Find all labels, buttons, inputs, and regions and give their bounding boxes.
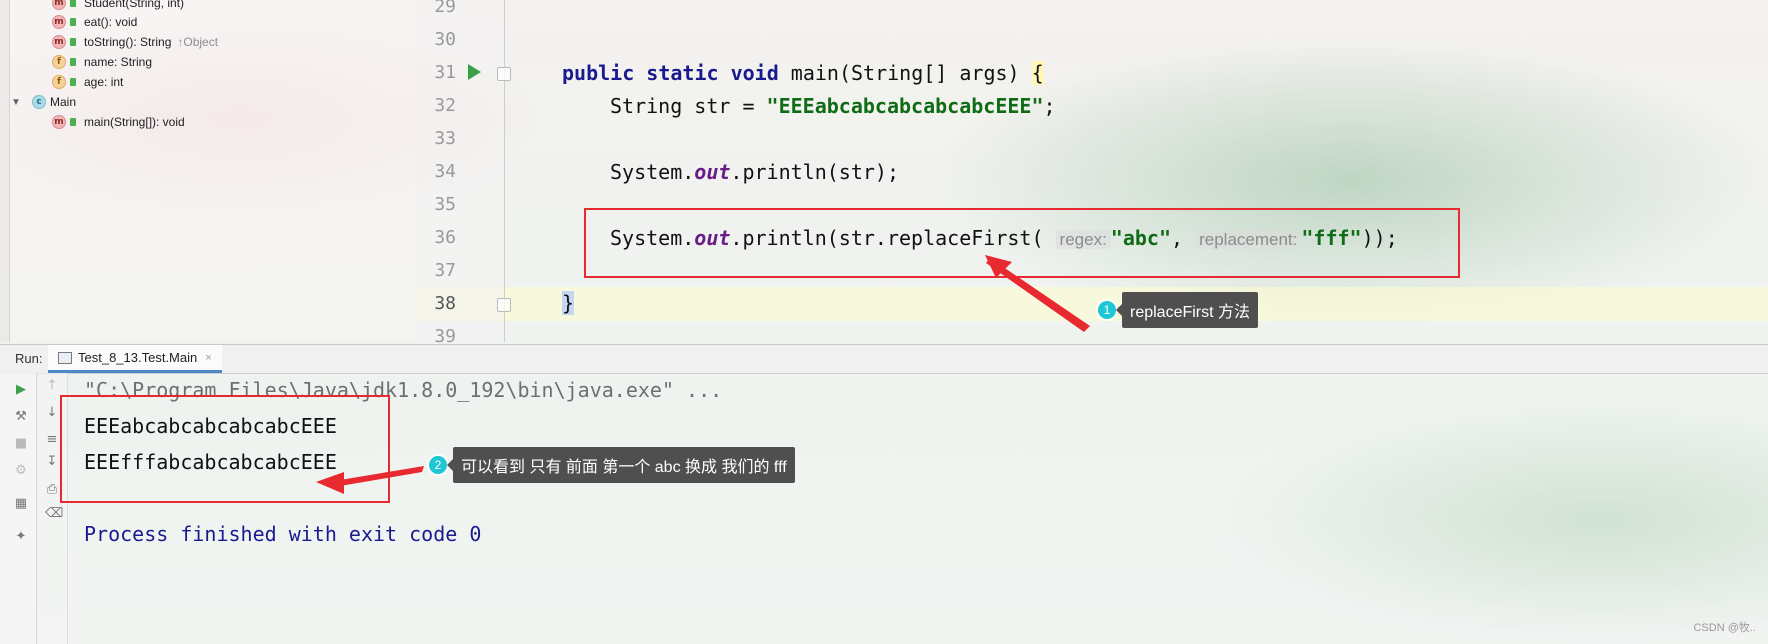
run-gutter-icon[interactable] [468,64,481,80]
tree-item-label: age: int [84,75,124,89]
code-line-31[interactable]: public static void main(String[] args) { [562,58,1044,88]
field-badge-icon: f [52,75,66,89]
arrow-up-icon[interactable]: ↑ [45,379,59,393]
keyword: public [562,61,635,85]
keyword: void [730,61,779,85]
line-number: 29 [434,0,456,17]
callout-bubble: 可以看到 只有 前面 第一个 abc 换成 我们的 fff [447,447,795,483]
current-line-highlight [416,287,1768,321]
string-literal: "EEEabcabcabcabcabcEEE" [766,94,1044,118]
close-icon[interactable]: × [205,352,211,364]
fold-marker-icon[interactable] [497,298,511,312]
line-number: 30 [434,29,456,50]
code-line-38[interactable]: } [562,288,575,318]
pin-icon[interactable]: ✦ [14,530,28,544]
line-number: 34 [434,161,456,182]
annotation-box-console [60,395,390,503]
method-badge-icon: m [52,115,66,129]
public-lock-icon [70,38,76,46]
line-number: 38 [434,293,456,314]
debug-settings-icon[interactable]: ⚙ [14,464,28,478]
field-badge-icon: f [52,55,66,69]
run-tab-label: Test_8_13.Test.Main [78,350,198,365]
line-number: 37 [434,260,456,281]
tree-item-main-method[interactable]: m main(String[]): void [52,112,185,132]
code-text: main(String[] args) [778,61,1032,85]
callout-1: 1 replaceFirst 方法 [1098,292,1259,328]
code-text: String str = [610,94,767,118]
tree-item-name-field[interactable]: f name: String [52,52,152,72]
tree-item-label: Student(String, int) [84,0,185,10]
method-badge-icon: m [52,0,66,10]
method-badge-icon: m [52,15,66,29]
code-line-32[interactable]: String str = "EEEabcabcabcabcabcEEE"; [610,91,1056,121]
editor-gutter[interactable]: 29 30 31 32 33 34 35 36 37 38 39 [416,0,505,347]
trash-icon[interactable]: ⌫ [45,507,63,521]
override-hint: ↑Object [177,35,219,49]
stop-icon[interactable]: ■ [14,437,28,451]
callout-bubble: replaceFirst 方法 [1115,292,1259,328]
line-number: 32 [434,95,456,116]
public-lock-icon [70,0,76,7]
annotation-box-code [584,208,1460,278]
watermark: CSDN @牧.. [1693,622,1756,634]
callout-number: 2 [429,456,447,474]
tree-item-main-class[interactable]: c Main [32,92,76,112]
console-process-finished[interactable]: Process finished with exit code 0 [84,519,481,549]
tree-item-label: main(String[]): void [84,115,185,129]
structure-panel: m Student(String, int) m eat(): void m t… [0,0,416,342]
run-tool-window-header: Run: Test_8_13.Test.Main × [0,344,1768,374]
line-number: 35 [434,194,456,215]
tree-item-eat[interactable]: m eat(): void [52,12,137,32]
line-number: 36 [434,227,456,248]
structure-left-strip [0,0,10,342]
tree-item-label: eat(): void [84,15,138,29]
layout-icon[interactable]: ▦ [14,497,28,511]
public-lock-icon [70,58,76,66]
code-text: .println(str); [730,160,899,184]
code-text: System. [610,160,695,184]
static-field: out [694,160,731,184]
public-lock-icon [70,18,76,26]
fold-marker-icon[interactable] [497,67,511,81]
code-text: ; [1043,94,1056,118]
arrow-down-icon[interactable]: ↓ [45,406,59,420]
keyword: static [646,61,719,85]
class-badge-icon: c [32,95,46,109]
wrench-icon[interactable]: ⚒ [14,410,28,424]
scroll-to-end-icon[interactable]: ↧ [45,455,59,469]
run-label: Run: [15,351,43,366]
public-lock-icon [70,78,76,86]
callout-number: 1 [1098,301,1116,319]
tree-item-tostring[interactable]: m toString(): String ↑Object [52,32,218,52]
tree-item-label: name: String [84,55,153,69]
tree-item-age-field[interactable]: f age: int [52,72,123,92]
line-number: 33 [434,128,456,149]
tree-item-label: Main [50,95,77,109]
public-lock-icon [70,118,76,126]
code-line-34[interactable]: System.out.println(str); [610,157,899,187]
run-toolbar: ▶ ⚒ ■ ⚙ ▦ ✦ [0,373,37,644]
rerun-icon[interactable]: ▶ [14,383,28,397]
run-tab-test-main[interactable]: Test_8_13.Test.Main × [48,345,222,373]
method-badge-icon: m [52,35,66,49]
print-icon[interactable]: ⎙ [45,483,59,497]
tree-item-label: toString(): String [84,35,172,49]
matched-brace: } [562,291,575,315]
callout-2: 2 可以看到 只有 前面 第一个 abc 换成 我们的 fff [429,447,795,483]
soft-wrap-icon[interactable]: ≡ [45,433,59,447]
ide-window: m Student(String, int) m eat(): void m t… [0,0,1768,644]
run-config-icon [58,351,72,364]
matched-brace: { [1031,61,1044,85]
chevron-down-icon[interactable]: ▼ [11,97,23,109]
line-number: 31 [434,62,456,83]
